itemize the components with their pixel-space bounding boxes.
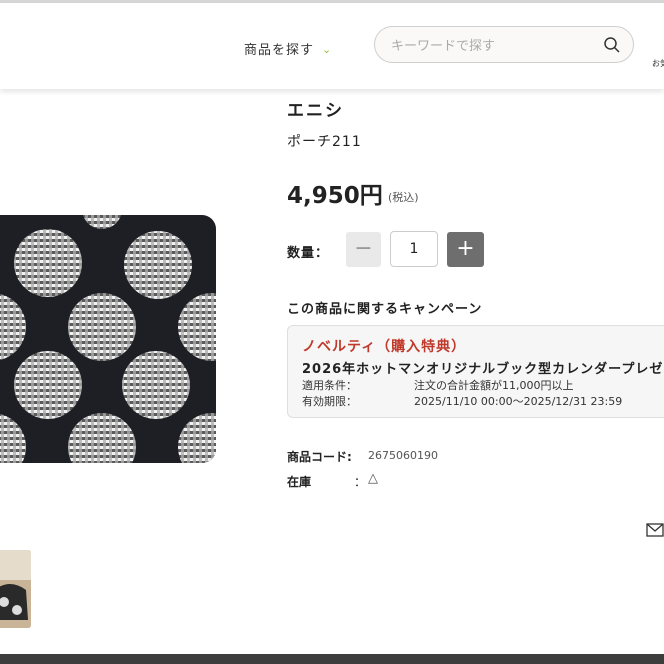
favorites-link[interactable]: お気 (652, 58, 664, 69)
condition-label: 適用条件： (302, 379, 357, 392)
tax-note: (税込) (388, 191, 419, 204)
product-thumbnail[interactable] (0, 550, 31, 628)
product-search-menu[interactable]: 商品を探す ⌄ (244, 39, 333, 59)
quantity-label: 数量： (287, 246, 330, 261)
product-brand: エニシ (287, 101, 344, 121)
stock-value: △ (368, 471, 378, 486)
product-price: 4,950円 (287, 183, 383, 209)
stock-colon: ： (354, 475, 367, 489)
search-input[interactable] (389, 36, 593, 56)
period-value: 2025/11/10 00:00〜2025/12/31 23:59 (414, 395, 623, 408)
campaign-condition-row: 適用条件： 注文の合計金額が11,000円以上 (302, 377, 574, 393)
campaign-box[interactable]: ノベルティ（購入特典） 2026年ホットマンオリジナルブック型カレンダープレゼン… (287, 325, 664, 418)
product-code-value: 2675060190 (368, 449, 438, 462)
campaign-type: ノベルティ（購入特典） (302, 339, 467, 355)
mail-icon[interactable] (646, 523, 664, 537)
condition-value: 注文の合計金額が11,000円以上 (414, 379, 574, 392)
stock-label: 在庫 (287, 475, 312, 489)
product-image (0, 215, 216, 463)
quantity-input[interactable] (390, 231, 438, 267)
menu-label: 商品を探す (244, 43, 315, 58)
search-box (374, 26, 634, 63)
campaign-section-title: この商品に関するキャンペーン (287, 302, 483, 317)
campaign-period-row: 有効期限： 2025/11/10 00:00〜2025/12/31 23:59 (302, 393, 622, 409)
quantity-decrement-button[interactable]: − (346, 232, 381, 267)
chevron-down-icon: ⌄ (322, 42, 333, 56)
product-name: ポーチ211 (287, 134, 362, 150)
thumbnail-image (0, 550, 31, 628)
quantity-increment-button[interactable]: + (447, 232, 484, 267)
product-code-label: 商品コード: (287, 450, 352, 464)
period-label: 有効期限： (302, 395, 357, 408)
site-header: 商品を探す ⌄ お気 (0, 3, 664, 89)
footer-bar (0, 654, 664, 664)
search-icon[interactable] (603, 36, 621, 54)
campaign-title[interactable]: 2026年ホットマンオリジナルブック型カレンダープレゼント (302, 358, 664, 377)
